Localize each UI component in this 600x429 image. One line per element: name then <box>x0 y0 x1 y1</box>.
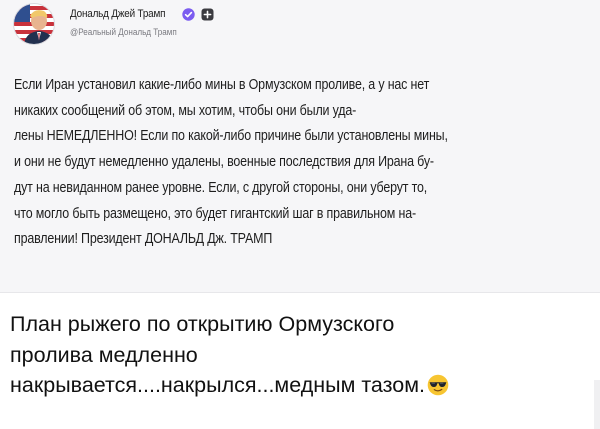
follow-plus-icon[interactable] <box>201 8 214 21</box>
verified-badge-icon <box>182 7 195 21</box>
author-name[interactable]: Дональд Джей Трамп <box>70 8 165 20</box>
author-handle[interactable]: @Реальный Дональд Трамп <box>70 27 177 37</box>
caption-text-content: План рыжего по открытию Ормузского проли… <box>10 312 425 397</box>
author-avatar[interactable] <box>14 4 54 44</box>
author-row: Дональд Джей Трамп <box>70 6 214 22</box>
post-body-text: Если Иран установил какие-либо мины в Ор… <box>14 77 448 248</box>
social-post-card: Дональд Джей Трамп @Реальный Дональд Тра… <box>0 0 600 293</box>
caption-text: План рыжего по открытию Ормузского проли… <box>10 309 570 401</box>
scrollbar-track[interactable] <box>594 380 600 429</box>
sunglasses-emoji-icon <box>427 374 449 396</box>
